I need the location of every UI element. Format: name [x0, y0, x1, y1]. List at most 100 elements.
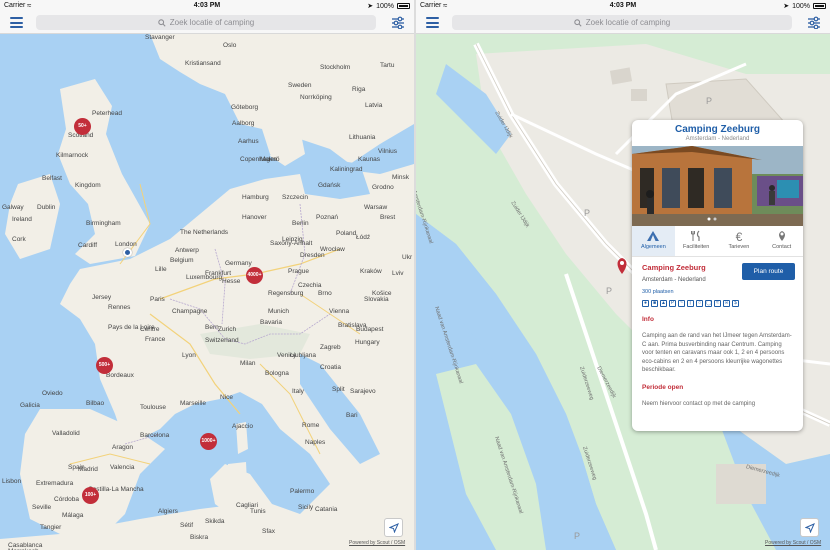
camping-info-card: Camping Zeeburg Amsterdam - Nederland Al… [632, 120, 803, 431]
map-label-cardiff: Cardiff [78, 242, 98, 249]
europe-map[interactable]: Peterhead Scotland Kilmarnock Belfast Kingdo… [0, 34, 414, 550]
camping-cluster-monaco[interactable]: 1000+ [200, 433, 217, 450]
map-label-amsterdam: The Netherlands [180, 229, 229, 236]
map-label-brest: Brest [380, 214, 396, 221]
map-label-krakow: Kraków [360, 268, 382, 275]
map-label-malaga: Málaga [62, 512, 84, 519]
map-label-regensburg: Regensburg [268, 290, 304, 297]
map-attribution[interactable]: Powered by Scout / OSM [349, 540, 405, 546]
card-title: Camping Zeeburg [674, 124, 760, 135]
camping-photo-image [632, 146, 803, 226]
map-label-milan: Milan [240, 360, 256, 367]
map-label-biskra: Biskra [190, 534, 209, 541]
map-label-lodz: Łódź [356, 234, 371, 241]
tab-label: Faciliteiten [682, 244, 710, 250]
amenity-shower-icon: ⌈ [687, 300, 694, 307]
period-text: Neem hiervoor contact op met de camping [642, 400, 756, 407]
map-label-lviv: Lviv [392, 270, 404, 277]
map-pin-icon [760, 230, 803, 242]
map-label-riga: Riga [352, 86, 366, 93]
status-bar: Carrier ≈ 4:03 PM ➤ 100% [0, 0, 414, 11]
clock: 4:03 PM [609, 2, 637, 9]
map-label-hungary: Hungary [355, 339, 380, 346]
map-label-extremadura: Extremadura [36, 480, 74, 487]
map-label-bologna: Bologna [265, 370, 289, 377]
map-label-switzerland: Switzerland [205, 337, 239, 344]
map-label-zurich: Zurich [218, 326, 237, 333]
map-label-algiers: Algiers [158, 508, 178, 515]
map-label-oslo: Oslo [223, 42, 237, 49]
camping-places: 300 plaatsen [642, 289, 674, 295]
hamburger-menu-icon[interactable] [426, 17, 439, 28]
amenity-toilet-icon: ○ [696, 300, 703, 307]
map-label-galway: Galway [2, 204, 24, 211]
map-label-oviedo: Oviedo [42, 390, 63, 397]
battery-percent: 100% [376, 2, 394, 10]
map-label-catania: Catania [315, 506, 338, 513]
map-label-luxembourg: Luxembourg [186, 274, 223, 281]
camping-cluster-germany[interactable]: 4000+ [246, 267, 263, 284]
amenity-dog-icon: ● [642, 300, 649, 307]
locate-me-button[interactable] [384, 518, 403, 537]
amenity-p-icon: P [669, 300, 676, 307]
hamburger-menu-icon[interactable] [10, 17, 23, 28]
search-input[interactable]: Zoek locatie of camping [36, 15, 376, 30]
camping-cluster-scotland[interactable]: 50+ [74, 118, 91, 135]
right-screen: Carrier ≈ 4:03 PM ➤ 100% Zoek locatie of… [416, 0, 830, 550]
map-label-bern: Bern [205, 324, 219, 331]
tab-faciliteiten[interactable]: Faciliteiten [675, 226, 718, 256]
map-label-leipzig: Leipzig [282, 236, 303, 243]
camping-cluster-spain[interactable]: 100+ [82, 487, 99, 504]
tab-algemeen[interactable]: Algemeen [632, 226, 675, 256]
map-label-lisbon: Lisbon [2, 478, 22, 485]
status-bar: Carrier ≈ 4:03 PM ➤ 100% [416, 0, 830, 11]
map-label-toulouse: Toulouse [140, 404, 167, 411]
navigation-arrow-icon [388, 522, 399, 533]
search-icon [158, 18, 166, 27]
info-text: Camping aan de rand van het IJmeer tegen… [642, 333, 792, 373]
map-label-aalborg: Aalborg [232, 120, 255, 127]
camping-photo[interactable] [632, 146, 803, 226]
map-label-warsaw: Warsaw [364, 204, 388, 211]
map-label-kaliningrad: Kaliningrad [330, 166, 363, 173]
tab-label: Tarieven [728, 244, 750, 250]
left-screen: Carrier ≈ 4:03 PM ➤ 100% Zoek locatie of… [0, 0, 414, 550]
map-label-poland: Poland [336, 230, 357, 237]
street-map[interactable]: P P P P Zuider IJdijk Zuider IJdijk Zuider… [416, 34, 830, 550]
svg-text:€: € [736, 230, 743, 242]
map-label-croatia: Croatia [320, 364, 341, 371]
map-label-kilmarnock: Kilmarnock [56, 152, 89, 159]
search-input[interactable]: Zoek locatie of camping [452, 15, 792, 30]
battery-icon [813, 3, 826, 9]
map-label-hamburg: Hamburg [242, 194, 269, 201]
map-label-paris: Paris [150, 296, 165, 303]
tab-label: Algemeen [640, 244, 666, 250]
tab-tarieven[interactable]: € Tarieven [718, 226, 761, 256]
map-label-hanover: Hanover [242, 214, 267, 221]
map-label-slovakia: Slovakia [364, 296, 389, 303]
map-label-spain: Spain [68, 464, 85, 471]
locate-me-button[interactable] [800, 518, 819, 537]
current-location-icon[interactable] [123, 248, 132, 257]
battery-icon [397, 3, 410, 9]
map-label-sweden: Sweden [288, 82, 312, 89]
map-attribution[interactable]: Powered by Scout / OSM [765, 540, 821, 546]
svg-text:P: P [584, 208, 590, 218]
map-label-aragon: Aragon [112, 444, 133, 451]
map-label-lille: Lille [155, 266, 167, 273]
tab-contact[interactable]: Contact [760, 226, 803, 256]
filter-sliders-icon[interactable] [391, 16, 405, 29]
map-label-cordoba: Córdoba [54, 496, 79, 503]
camping-cluster-loire[interactable]: 500+ [96, 357, 113, 374]
plan-route-button[interactable]: Plan route [742, 263, 795, 280]
filter-sliders-icon[interactable] [807, 16, 821, 29]
map-label-bari: Bari [346, 412, 358, 419]
map-label-london: London [115, 241, 137, 248]
map-label-antwerp: Antwerp [175, 247, 199, 254]
map-label-vilnius: Vilnius [378, 148, 398, 155]
map-label-peterhead: Peterhead [92, 110, 122, 117]
map-label-palermo: Palermo [290, 488, 315, 495]
map-label-goteborg: Göteborg [231, 104, 259, 111]
euro-icon: € [718, 230, 761, 242]
map-label-czech: Czechia [298, 282, 322, 289]
